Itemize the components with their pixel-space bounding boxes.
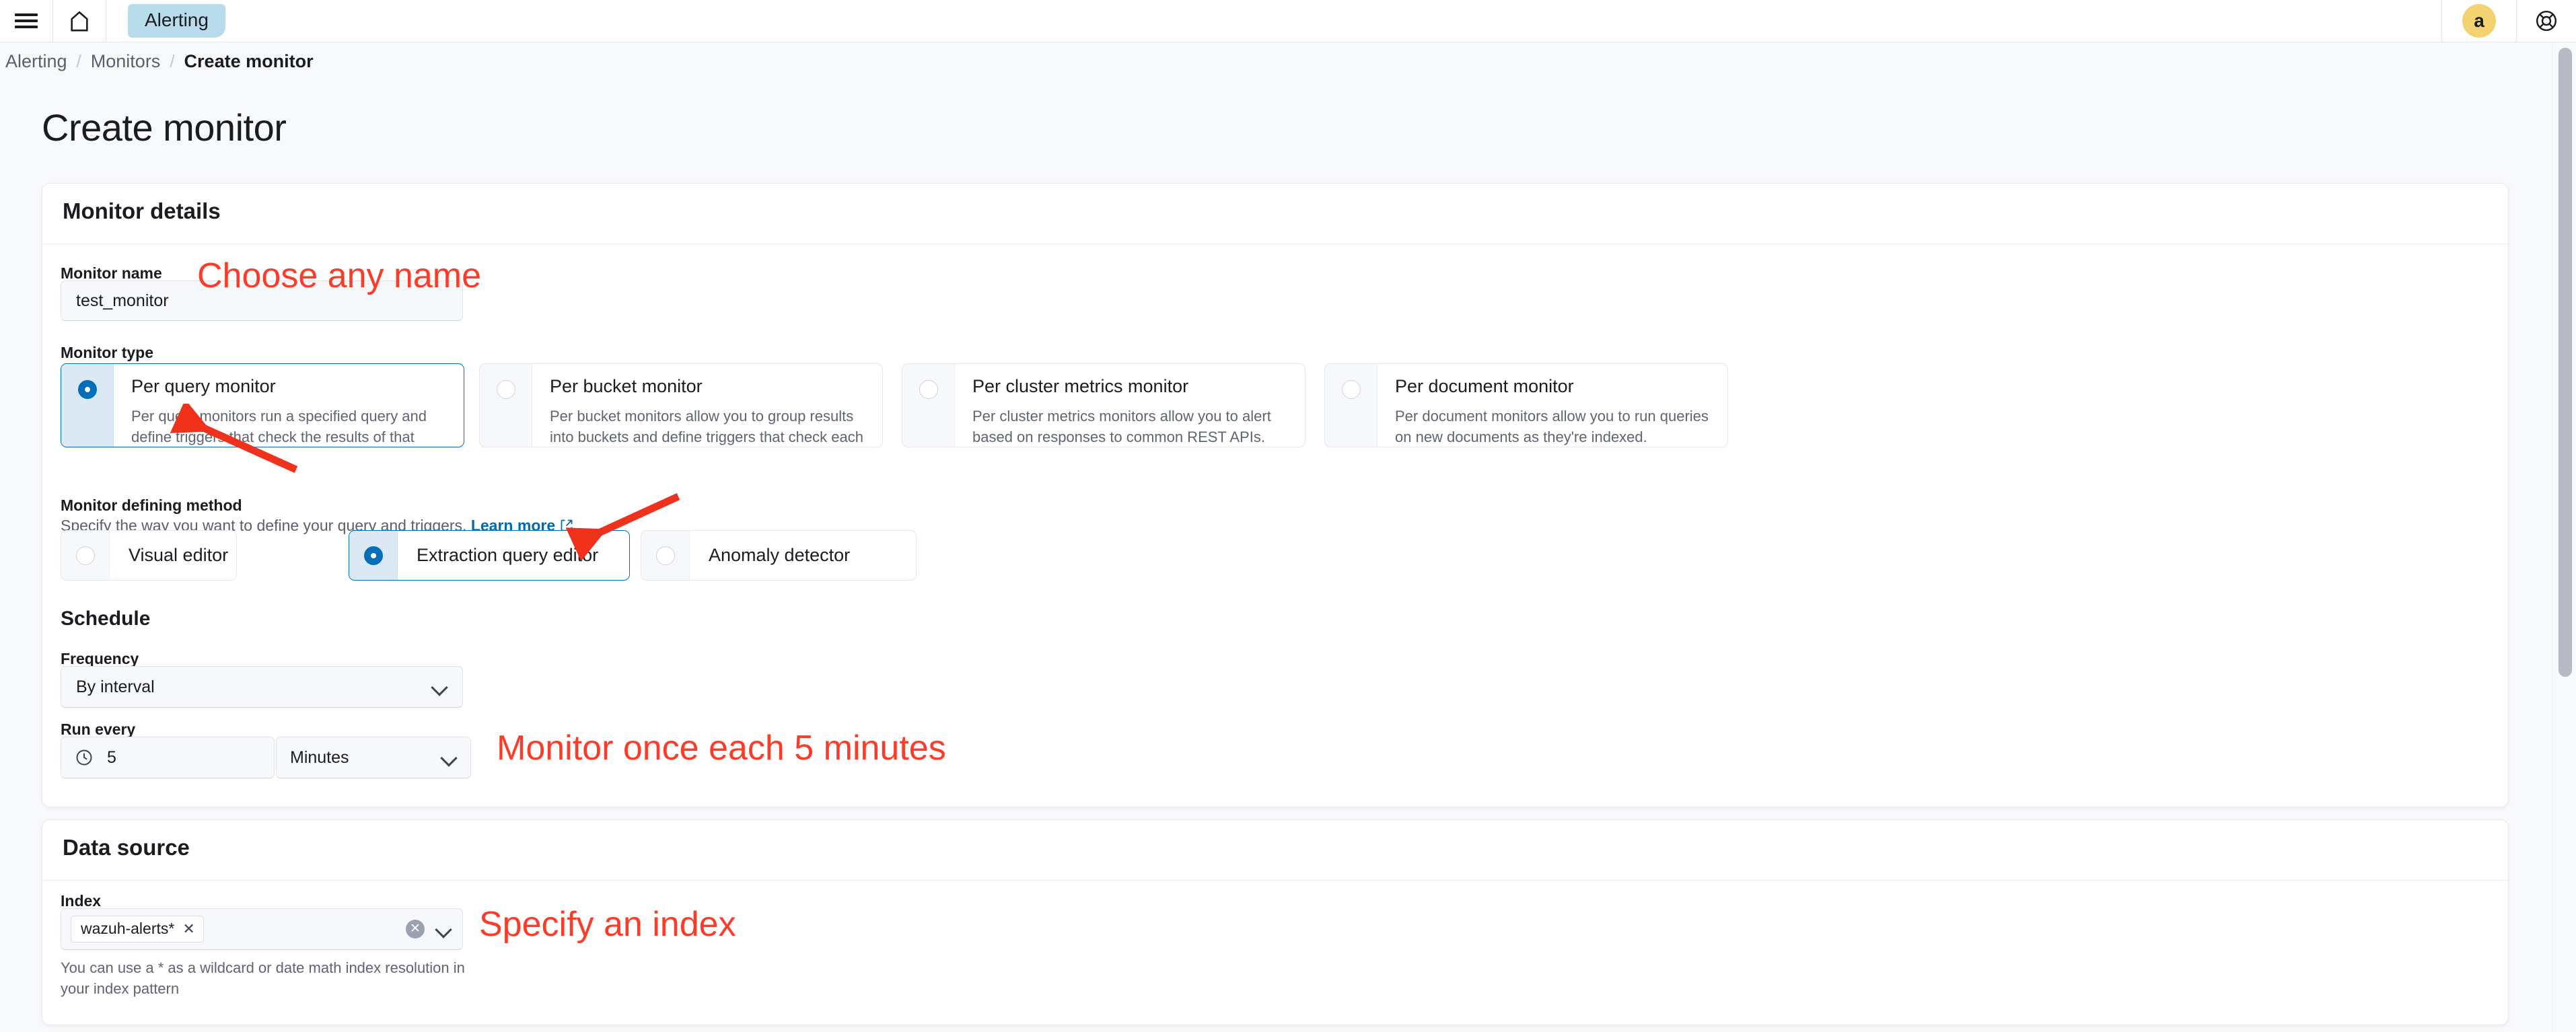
radio-strip (349, 531, 398, 580)
monitor-type-label: Monitor type (61, 344, 153, 361)
chevron-down-icon (441, 749, 457, 766)
monitor-type-option-per-cluster-metrics[interactable]: Per cluster metrics monitor Per cluster … (902, 363, 1305, 447)
option-title: Per query monitor (131, 376, 276, 396)
clear-all-icon[interactable]: ✕ (406, 920, 425, 938)
radio-strip (480, 364, 532, 447)
run-every-unit-value: Minutes (290, 747, 349, 767)
schedule-heading: Schedule (61, 607, 151, 630)
vertical-scrollbar[interactable] (2552, 42, 2576, 1032)
frequency-select[interactable]: By interval (61, 666, 463, 708)
option-title: Per cluster metrics monitor (972, 376, 1189, 396)
chevron-down-icon[interactable] (435, 921, 452, 937)
option-body: Per bucket monitor Per bucket monitors a… (532, 364, 882, 447)
app-chip-alerting[interactable]: Alerting (106, 0, 225, 42)
radio-button-per-query[interactable] (77, 380, 97, 399)
run-every-unit-select[interactable]: Minutes (276, 737, 471, 778)
radio-button-visual-editor[interactable] (75, 546, 95, 565)
radio-strip (61, 364, 114, 447)
radio-button-per-cluster-metrics[interactable] (919, 380, 938, 399)
avatar[interactable]: a (2442, 0, 2516, 42)
option-body: Per cluster metrics monitor Per cluster … (955, 364, 1305, 447)
breadcrumb: Alerting / Monitors / Create monitor (0, 42, 2576, 81)
option-description: Per document monitors allow you to run q… (1395, 408, 1709, 446)
option-description: Per cluster metrics monitors allow you t… (972, 408, 1271, 446)
monitor-type-option-per-document[interactable]: Per document monitor Per document monito… (1324, 363, 1728, 447)
monitor-details-panel-title: Monitor details (63, 198, 221, 223)
arrow-to-extraction-query-editor (565, 492, 680, 560)
option-body: Per document monitor Per document monito… (1378, 364, 1727, 447)
radio-strip (902, 364, 955, 447)
option-label: Anomaly detector (709, 545, 851, 565)
run-every-input[interactable]: 5 (61, 737, 275, 778)
data-source-panel-title: Data source (63, 835, 190, 860)
combobox-controls: ✕ (406, 920, 452, 938)
radio-strip (61, 531, 110, 580)
monitor-name-label: Monitor name (61, 264, 162, 282)
chevron-down-icon (431, 679, 448, 695)
annotation-specify-an-index: Specify an index (479, 905, 736, 944)
index-pill-label: wazuh-alerts* (81, 920, 175, 937)
arrow-to-per-query-monitor (170, 404, 298, 474)
nav-right-group: a (2441, 0, 2576, 42)
frequency-value: By interval (76, 677, 155, 696)
run-every-value: 5 (107, 747, 116, 767)
radio-button-per-document[interactable] (1341, 380, 1361, 399)
defining-method-label: Monitor defining method (61, 496, 242, 514)
breadcrumb-separator-2: / (170, 51, 175, 71)
monitor-type-option-per-bucket[interactable]: Per bucket monitor Per bucket monitors a… (479, 363, 883, 447)
annotation-monitor-once-each-5-minutes: Monitor once each 5 minutes (497, 729, 946, 768)
option-label: Visual editor (129, 545, 229, 565)
annotation-choose-any-name: Choose any name (197, 256, 482, 295)
scrollbar-thumb[interactable] (2559, 48, 2572, 677)
index-label: Index (61, 892, 102, 910)
page-title: Create monitor (42, 106, 287, 149)
defining-method-option-visual-editor[interactable]: Visual editor (61, 530, 237, 581)
hamburger-menu-icon[interactable] (0, 0, 52, 42)
option-title: Per bucket monitor (550, 376, 703, 396)
help-lifebuoy-icon[interactable] (2517, 0, 2576, 42)
close-x-icon[interactable]: ✕ (182, 920, 194, 938)
app-chip-label: Alerting (128, 4, 225, 38)
index-help-text: You can use a * as a wildcard or date ma… (61, 959, 465, 997)
radio-strip (1325, 364, 1378, 447)
monitor-name-value: test_monitor (76, 291, 169, 310)
avatar-initial: a (2462, 4, 2496, 38)
breadcrumb-item-create-monitor: Create monitor (184, 51, 314, 71)
home-icon[interactable] (53, 0, 106, 42)
option-description: Per bucket monitors allow you to group r… (550, 408, 863, 446)
run-every-label: Run every (61, 721, 136, 738)
frequency-label: Frequency (61, 650, 139, 667)
index-pill[interactable]: wazuh-alerts* ✕ (71, 916, 204, 943)
radio-button-per-bucket[interactable] (496, 380, 515, 399)
breadcrumb-item-alerting[interactable]: Alerting (5, 51, 67, 72)
panel-divider (42, 880, 2508, 881)
breadcrumb-separator-1: / (76, 51, 81, 71)
option-title: Per document monitor (1395, 376, 1574, 396)
top-navigation-bar: Alerting a (0, 0, 2576, 42)
index-combobox[interactable]: wazuh-alerts* ✕ ✕ (61, 908, 463, 950)
clock-icon (75, 748, 94, 767)
breadcrumb-item-monitors[interactable]: Monitors (91, 51, 161, 72)
radio-button-extraction-query-editor[interactable] (363, 546, 383, 565)
